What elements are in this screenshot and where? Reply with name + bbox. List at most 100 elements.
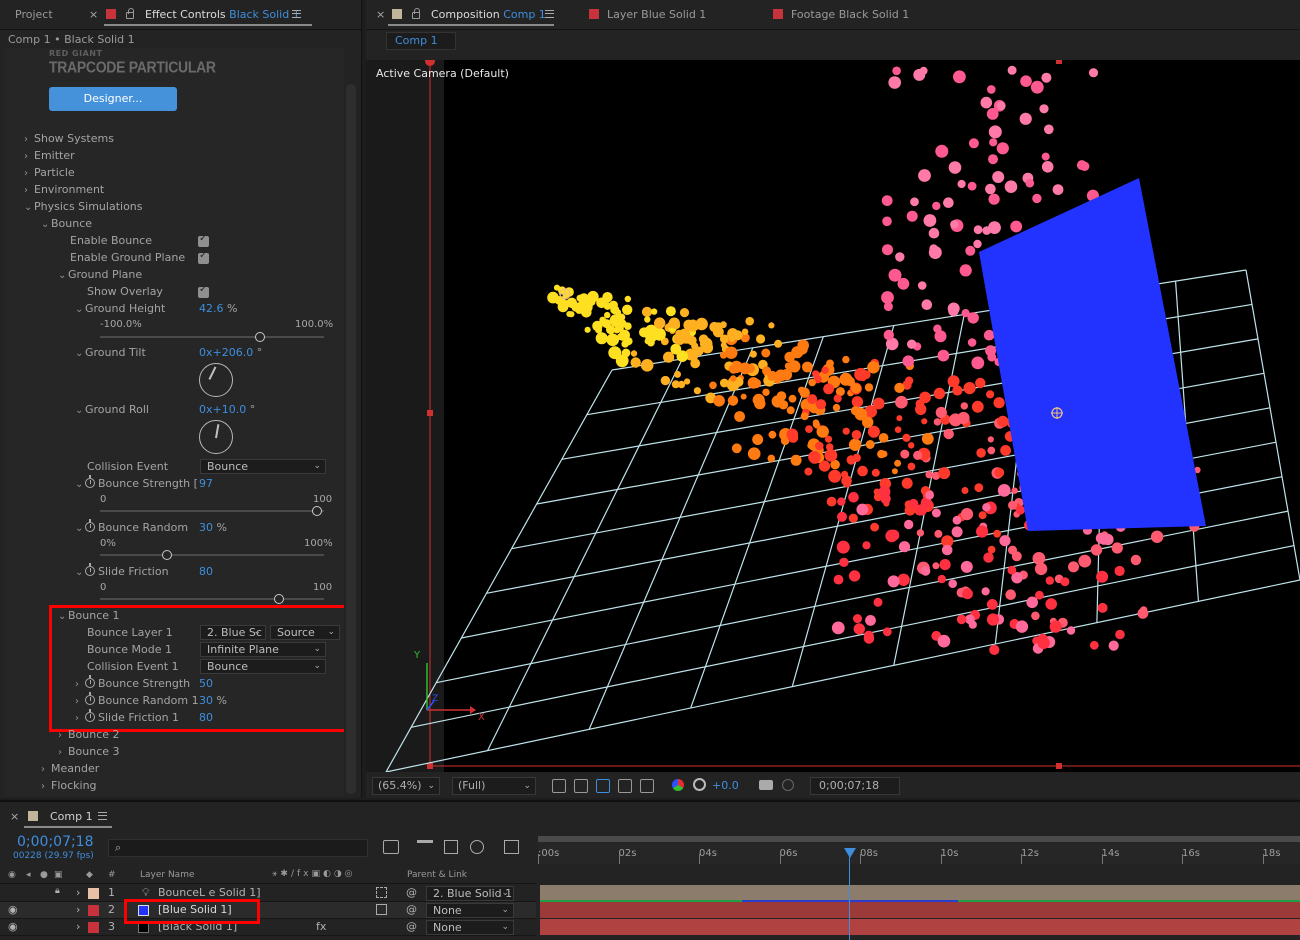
mask-visibility-icon[interactable] bbox=[596, 779, 610, 793]
viewer-timecode[interactable]: 0;00;07;18 bbox=[810, 777, 900, 795]
bounce-random-label[interactable]: ⌄ Bounce Random bbox=[75, 519, 188, 536]
bounce-strength-label[interactable]: ⌄ Bounce Strength [ bbox=[75, 475, 198, 492]
resolution-dropdown[interactable]: (Full) ⌄ bbox=[452, 777, 536, 795]
panel-menu-icon[interactable] bbox=[292, 10, 301, 18]
pickwhip-icon[interactable]: @ bbox=[406, 920, 417, 933]
exposure-reset-icon[interactable] bbox=[693, 778, 706, 791]
label-color-swatch[interactable] bbox=[88, 888, 99, 899]
slide-friction-value[interactable]: 80 bbox=[199, 565, 213, 578]
collision-event-dropdown[interactable]: Bounce ⌄ bbox=[200, 459, 326, 474]
bounce-random-value[interactable]: 30 % bbox=[199, 521, 227, 534]
close-icon[interactable]: × bbox=[89, 8, 98, 21]
label-color-swatch[interactable] bbox=[88, 905, 99, 916]
switches-icons[interactable]: ⚹✱/fx▣◐◑◎ bbox=[272, 869, 356, 879]
chevron-down-icon[interactable]: ⌄ bbox=[75, 404, 85, 418]
lock-icon[interactable]: 🔒︎ bbox=[55, 886, 60, 896]
layer-row-3[interactable]: ◉ › 3 [Black Solid 1] fx @ None ⌄ bbox=[0, 919, 536, 936]
chevron-down-icon[interactable]: ⌄ bbox=[75, 347, 85, 361]
chevron-down-icon[interactable]: ⌄ bbox=[41, 218, 51, 232]
slide-friction-slider-track[interactable] bbox=[100, 594, 324, 604]
group-bounce-3[interactable]: › Bounce 3 bbox=[58, 745, 120, 759]
chevron-right-icon[interactable]: › bbox=[76, 903, 80, 916]
snapshot-region-icon[interactable] bbox=[552, 779, 566, 793]
color-channels-icon[interactable] bbox=[672, 779, 684, 791]
chevron-down-icon[interactable]: ⌄ bbox=[75, 522, 85, 536]
chevron-right-icon[interactable]: › bbox=[24, 133, 34, 147]
3d-layer-icon[interactable] bbox=[376, 887, 387, 898]
stopwatch-icon[interactable] bbox=[85, 519, 95, 532]
layer-bar-3[interactable] bbox=[540, 919, 1300, 935]
panel-menu-icon[interactable] bbox=[98, 812, 107, 820]
chevron-right-icon[interactable]: › bbox=[58, 729, 68, 743]
layer-bar-1[interactable] bbox=[540, 885, 1300, 901]
group-environment[interactable]: › Environment bbox=[24, 183, 104, 197]
enable-ground-plane-checkbox[interactable] bbox=[198, 250, 209, 264]
chevron-right-icon[interactable]: › bbox=[41, 780, 51, 794]
ground-tilt-dial[interactable] bbox=[199, 363, 233, 397]
label-icon[interactable]: ◆ bbox=[86, 870, 93, 880]
group-flocking[interactable]: › Flocking bbox=[41, 779, 97, 793]
chevron-right-icon[interactable]: › bbox=[24, 150, 34, 164]
chevron-down-icon[interactable]: ⌄ bbox=[58, 269, 68, 283]
tab-layer[interactable]: Layer Blue Solid 1 bbox=[589, 8, 706, 21]
chevron-right-icon[interactable]: › bbox=[76, 920, 80, 933]
zoom-dropdown[interactable]: (65.4%) ⌄ bbox=[372, 777, 440, 795]
bounce-strength-slider-track[interactable] bbox=[100, 506, 324, 516]
designer-button[interactable]: Designer... bbox=[49, 87, 177, 111]
show-snapshot-icon[interactable] bbox=[782, 779, 794, 791]
tab-effect-controls[interactable]: Effect Controls Black Solid 1 bbox=[145, 8, 300, 21]
parent-dropdown[interactable]: None ⌄ bbox=[426, 920, 514, 935]
eye-icon[interactable]: ◉ bbox=[8, 920, 18, 933]
lock-icon[interactable]: ▣ bbox=[54, 870, 63, 880]
scrollbar[interactable] bbox=[346, 84, 356, 794]
exposure-value[interactable]: +0.0 bbox=[712, 779, 739, 792]
show-overlay-checkbox[interactable] bbox=[198, 284, 209, 298]
transparency-grid-icon[interactable] bbox=[574, 779, 588, 793]
chevron-right-icon[interactable]: › bbox=[41, 763, 51, 777]
eye-icon[interactable]: ◉ bbox=[8, 903, 18, 916]
group-physics-simulations[interactable]: ⌄ Physics Simulations bbox=[24, 200, 143, 214]
current-time-indicator[interactable] bbox=[849, 850, 850, 940]
group-show-systems[interactable]: › Show Systems bbox=[24, 132, 114, 146]
col-parent[interactable]: Parent & Link bbox=[407, 870, 467, 880]
bounce-strength-value[interactable]: 97 bbox=[199, 477, 213, 490]
tab-composition[interactable]: Composition Comp 1 bbox=[431, 8, 546, 21]
ground-roll-value[interactable]: 0x+10.0 ° bbox=[199, 403, 255, 416]
region-of-interest-icon[interactable] bbox=[618, 779, 632, 793]
enable-bounce-checkbox[interactable] bbox=[198, 233, 209, 247]
parent-dropdown[interactable]: None ⌄ bbox=[426, 903, 514, 918]
chevron-down-icon[interactable]: ⌄ bbox=[24, 201, 34, 215]
chevron-right-icon[interactable]: › bbox=[24, 167, 34, 181]
chevron-down-icon[interactable]: ⌄ bbox=[75, 478, 85, 492]
ground-height-slider-thumb[interactable] bbox=[254, 332, 265, 342]
chevron-right-icon[interactable]: › bbox=[24, 184, 34, 198]
lock-icon[interactable] bbox=[126, 8, 134, 22]
bounce-random-slider-track[interactable] bbox=[100, 550, 324, 560]
eye-icon[interactable]: ◉ bbox=[8, 870, 16, 880]
pickwhip-icon[interactable]: @ bbox=[406, 903, 417, 916]
composition-viewer[interactable]: Y X Z bbox=[366, 60, 1300, 772]
col-layer-name[interactable]: Layer Name bbox=[140, 870, 195, 880]
lock-icon[interactable] bbox=[412, 8, 420, 22]
chevron-down-icon[interactable]: ⌄ bbox=[75, 303, 85, 317]
parent-dropdown[interactable]: 2. Blue Solid 1 ⌄ bbox=[426, 886, 514, 901]
layer-name[interactable]: BounceL e Solid 1] bbox=[158, 886, 261, 899]
group-particle[interactable]: › Particle bbox=[24, 166, 75, 180]
stopwatch-icon[interactable] bbox=[85, 475, 95, 488]
stopwatch-icon[interactable] bbox=[85, 563, 95, 576]
bounce-random-slider-thumb[interactable] bbox=[162, 550, 173, 560]
ground-height-slider-track[interactable] bbox=[100, 332, 324, 342]
solo-icon[interactable]: ● bbox=[40, 870, 48, 880]
layer-row-1[interactable]: 🔒︎ › 1 💡︎ BounceL e Solid 1] @ 2. Blue S… bbox=[0, 885, 536, 902]
group-meander[interactable]: › Meander bbox=[41, 762, 99, 776]
chevron-right-icon[interactable]: › bbox=[58, 746, 68, 760]
label-color-swatch[interactable] bbox=[88, 922, 99, 933]
chevron-right-icon[interactable]: › bbox=[76, 886, 80, 899]
fx-icon[interactable]: fx bbox=[316, 920, 326, 933]
slide-friction-label[interactable]: ⌄ Slide Friction bbox=[75, 563, 169, 579]
tab-timeline-comp[interactable]: Comp 1 bbox=[50, 810, 93, 823]
ground-height-label[interactable]: ⌄ Ground Height bbox=[75, 302, 165, 316]
group-bounce[interactable]: ⌄ Bounce bbox=[41, 217, 92, 231]
tab-project[interactable]: Project bbox=[15, 8, 53, 21]
slide-friction-slider-thumb[interactable] bbox=[274, 594, 285, 604]
